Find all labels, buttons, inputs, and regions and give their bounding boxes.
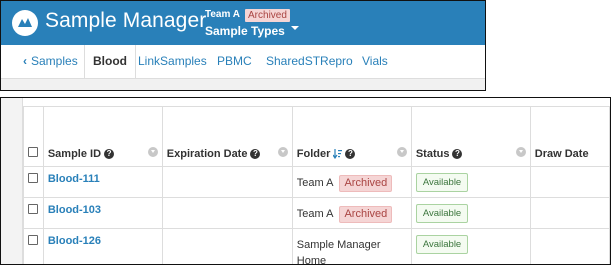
sample-id-cell: Blood-126 <box>42 228 163 264</box>
column-menu-icon[interactable] <box>396 147 407 157</box>
row-checkbox[interactable] <box>28 235 39 245</box>
column-menu-icon[interactable] <box>515 147 526 157</box>
row-checkbox[interactable] <box>28 204 39 214</box>
archived-badge: Archived <box>339 175 393 192</box>
expiration-date-cell <box>161 166 293 198</box>
sample-id-cell: Blood-111 <box>42 166 163 198</box>
column-header-folder[interactable]: Folder ? <box>291 106 412 167</box>
table-row: Blood-111 Team A Archived Available <box>23 166 610 198</box>
samples-grid: Sample ID? Expiration Date? Folder ? Sta… <box>23 106 610 264</box>
tab-pbmc[interactable]: PBMC <box>217 45 252 78</box>
sample-id-link[interactable]: Blood-126 <box>48 235 101 247</box>
column-header-sample-id[interactable]: Sample ID? <box>42 106 163 167</box>
status-cell: Available <box>410 166 531 198</box>
sample-grid-panel: Sample ID? Expiration Date? Folder ? Sta… <box>0 97 611 265</box>
status-cell: Available <box>410 228 531 264</box>
tab-vials[interactable]: Vials <box>362 45 388 78</box>
sample-id-cell: Blood-103 <box>42 197 163 229</box>
tab-samples-back[interactable]: ‹ Samples <box>23 45 78 78</box>
caret-down-icon[interactable] <box>290 26 299 30</box>
project-menu[interactable]: Team A Archived Sample Types <box>205 8 299 39</box>
row-checkbox[interactable] <box>28 173 39 183</box>
draw-date-cell <box>529 166 610 198</box>
navbar: Sample Manager Team A Archived Sample Ty… <box>1 1 485 45</box>
tab-blood[interactable]: Blood <box>84 45 136 78</box>
column-header-draw-date[interactable]: Draw Date <box>529 106 610 167</box>
grid-gutter <box>1 98 23 264</box>
help-icon[interactable]: ? <box>104 149 115 159</box>
help-icon[interactable]: ? <box>345 149 356 159</box>
archived-badge: Archived <box>245 8 290 22</box>
archived-badge: Archived <box>339 206 393 223</box>
folder-cell: Team A Archived <box>291 197 412 229</box>
column-menu-icon[interactable] <box>277 147 288 157</box>
row-select-cell <box>23 228 44 264</box>
tab-linksamples[interactable]: LinkSamples <box>138 45 207 78</box>
expiration-date-cell <box>161 228 293 264</box>
app-title[interactable]: Sample Manager <box>45 9 206 33</box>
status-badge: Available <box>415 204 469 223</box>
column-header-expiration-date[interactable]: Expiration Date? <box>161 106 293 167</box>
row-select-cell <box>23 166 44 198</box>
expiration-date-cell <box>161 197 293 229</box>
select-all-checkbox[interactable] <box>28 147 39 157</box>
help-icon[interactable]: ? <box>250 149 261 159</box>
row-select-cell <box>23 197 44 229</box>
select-all-cell <box>23 106 44 167</box>
tabs-divider <box>1 78 485 90</box>
app-header-panel: Sample Manager Team A Archived Sample Ty… <box>0 0 486 91</box>
sort-descending-icon[interactable] <box>333 149 343 159</box>
status-badge: Available <box>415 173 469 192</box>
sample-type-tabs: ‹ Samples Blood LinkSamples PBMC SharedST… <box>1 45 485 78</box>
table-row: Blood-126 Sample Manager Home Available <box>23 228 610 264</box>
logo-icon[interactable] <box>11 9 39 37</box>
sample-id-link[interactable]: Blood-111 <box>48 173 100 185</box>
chevron-left-icon: ‹ <box>23 54 27 68</box>
status-cell: Available <box>410 197 531 229</box>
project-menu-label[interactable]: Sample Types <box>205 23 285 39</box>
table-row: Blood-103 Team A Archived Available <box>23 197 610 229</box>
grid-header-row: Sample ID? Expiration Date? Folder ? Sta… <box>23 106 610 167</box>
folder-cell: Sample Manager Home <box>291 228 412 264</box>
folder-cell: Team A Archived <box>291 166 412 198</box>
team-name: Team A <box>205 9 241 20</box>
draw-date-cell <box>529 228 610 264</box>
help-icon[interactable]: ? <box>452 149 463 159</box>
sample-id-link[interactable]: Blood-103 <box>48 204 101 216</box>
status-badge: Available <box>415 235 469 254</box>
column-header-status[interactable]: Status? <box>410 106 531 167</box>
draw-date-cell <box>529 197 610 229</box>
column-menu-icon[interactable] <box>147 147 158 157</box>
tab-sharedstrepro[interactable]: SharedSTRepro <box>266 45 353 78</box>
